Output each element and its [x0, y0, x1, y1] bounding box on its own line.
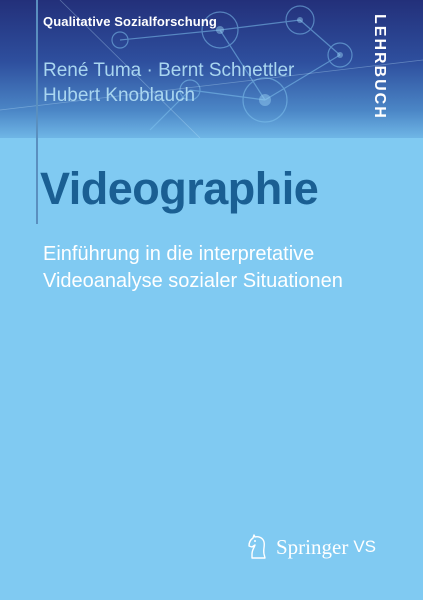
- header-band: Qualitative Sozialforschung René Tuma · …: [0, 0, 423, 138]
- subtitle-line-2: Videoanalyse sozialer Situationen: [43, 270, 343, 292]
- author-name: Bernt Schnettler: [158, 60, 295, 81]
- authors: René Tuma · Bernt Schnettler Hubert Knob…: [43, 58, 294, 108]
- publisher-logo: Springer VS: [246, 534, 376, 560]
- book-cover: Qualitative Sozialforschung René Tuma · …: [0, 0, 423, 600]
- chess-knight-icon: [248, 534, 266, 559]
- publisher-imprint: VS: [353, 537, 377, 556]
- vertical-rule: [36, 0, 38, 224]
- lehrbuch-badge: LEHRBUCH: [368, 14, 390, 134]
- book-title: Videographie: [40, 163, 319, 214]
- book-subtitle: Einführung in die interpretative Videoan…: [43, 241, 343, 295]
- publisher-name: Springer: [276, 534, 349, 559]
- author-name: René Tuma: [43, 60, 142, 81]
- author-separator: ·: [146, 60, 153, 81]
- authors-line-2: Hubert Knoblauch: [43, 85, 196, 106]
- authors-line-1: René Tuma · Bernt Schnettler: [43, 58, 294, 83]
- series-title: Qualitative Sozialforschung: [43, 14, 217, 29]
- lehrbuch-label: LEHRBUCH: [371, 14, 388, 120]
- subtitle-line-1: Einführung in die interpretative: [43, 243, 315, 265]
